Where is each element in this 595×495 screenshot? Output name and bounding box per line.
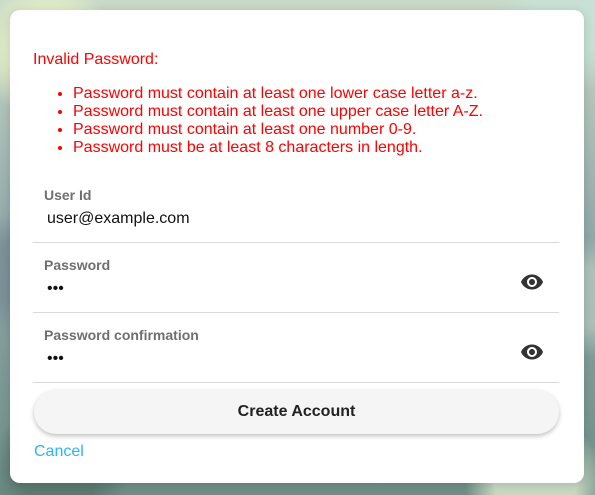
error-title: Invalid Password: [33, 51, 159, 68]
password-confirmation-field[interactable]: Password confirmation ••• [33, 312, 559, 383]
error-item: Password must contain at least one lower… [73, 85, 483, 103]
user-id-label: User Id [44, 187, 92, 203]
user-id-field[interactable]: User Id user@example.com [33, 172, 559, 243]
signup-card: Invalid Password: Password must contain … [10, 10, 584, 483]
error-item: Password must contain at least one numbe… [73, 121, 483, 139]
eye-icon[interactable] [519, 339, 545, 365]
cancel-link[interactable]: Cancel [34, 443, 84, 461]
password-confirmation-input[interactable]: ••• [47, 350, 507, 368]
password-label: Password [44, 257, 111, 273]
error-item: Password must be at least 8 characters i… [73, 139, 483, 157]
password-confirmation-label: Password confirmation [44, 327, 199, 343]
user-id-input[interactable]: user@example.com [47, 210, 507, 228]
create-account-button[interactable]: Create Account [34, 390, 559, 434]
eye-icon[interactable] [519, 269, 545, 295]
error-list: Password must contain at least one lower… [33, 85, 483, 157]
error-item: Password must contain at least one upper… [73, 103, 483, 121]
password-field[interactable]: Password ••• [33, 242, 559, 313]
password-input[interactable]: ••• [47, 280, 507, 298]
